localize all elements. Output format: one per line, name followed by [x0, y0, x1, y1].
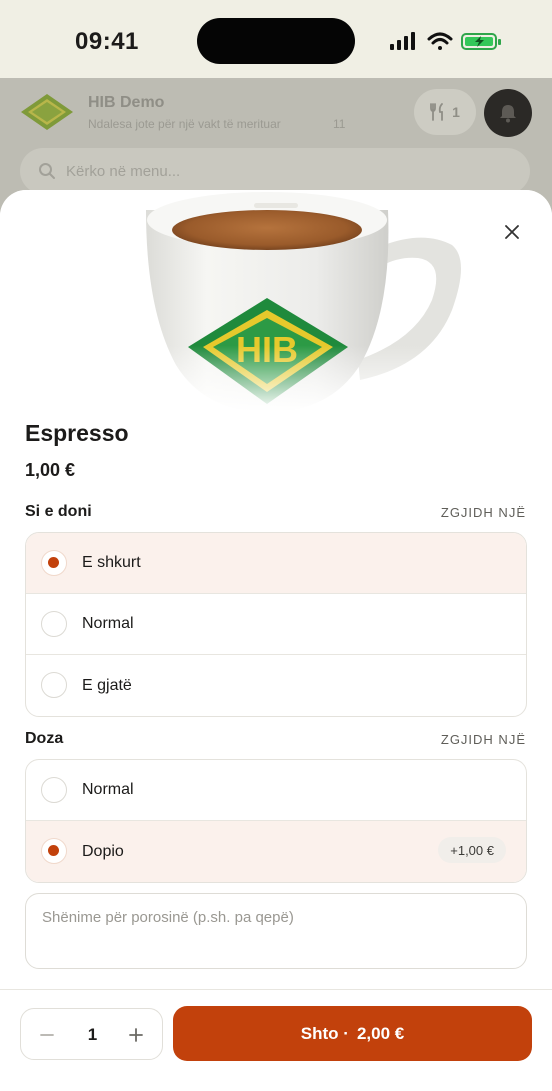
option-label: Normal: [82, 615, 134, 632]
close-icon: [505, 225, 519, 239]
add-label: Shto ·: [300, 1023, 349, 1043]
signal-icon: [390, 32, 415, 50]
status-icons: [390, 32, 501, 50]
add-total: 2,00 €: [356, 1023, 405, 1043]
brand-logo: [21, 94, 73, 130]
search-bar[interactable]: Kërko në menu...: [20, 148, 530, 194]
option-label: Normal: [82, 781, 134, 798]
radio-unselected[interactable]: [41, 777, 67, 803]
product-price: 1,00 €: [25, 460, 76, 480]
option-normal[interactable]: Normal: [26, 594, 526, 655]
increment-button[interactable]: [114, 1009, 158, 1061]
notifications-button[interactable]: [484, 89, 532, 137]
grab-handle[interactable]: [254, 203, 298, 208]
option-label: E shkurt: [82, 554, 141, 571]
option-group-title-dose: Doza: [25, 730, 64, 747]
option-group-dose: Normal Dopio +1,00 €: [25, 759, 527, 883]
minus-icon: [40, 1034, 54, 1036]
option-dose-normal[interactable]: Normal: [26, 760, 526, 821]
plus-icon: [129, 1028, 143, 1042]
utensils-icon: [430, 103, 443, 121]
product-name: Espresso: [25, 420, 129, 446]
bell-icon: [500, 105, 516, 123]
radio-unselected[interactable]: [41, 672, 67, 698]
battery-icon: [461, 33, 501, 50]
option-group-hint-dose: ZGJIDH NJË: [440, 732, 526, 747]
extra-price-badge: +1,00 €: [438, 837, 506, 863]
sheet-footer: 1 Shto · 2,00 €: [0, 989, 552, 1091]
option-group-hint-style: ZGJIDH NJË: [440, 505, 526, 520]
order-notes-field[interactable]: Shënime për porosinë (p.sh. pa qepë): [25, 893, 527, 969]
option-group-title-style: Si e doni: [25, 503, 92, 520]
option-label: Dopio: [82, 842, 124, 860]
add-to-order-button[interactable]: Shto · 2,00 €: [173, 1006, 532, 1061]
radio-unselected[interactable]: [41, 611, 67, 637]
decrement-button[interactable]: [25, 1009, 69, 1061]
restaurant-count: 11: [333, 117, 346, 131]
radio-selected[interactable]: [41, 838, 67, 864]
notes-placeholder: Shënime për porosinë (p.sh. pa qepë): [42, 909, 294, 926]
search-icon: [39, 163, 55, 179]
restaurant-tagline: Ndalesa jote për një vakt të merituar: [88, 117, 281, 131]
option-e-gjate[interactable]: E gjatë: [26, 655, 526, 716]
status-time: 09:41: [75, 28, 139, 55]
restaurant-name: HIB Demo: [88, 94, 165, 111]
wifi-icon: [427, 32, 453, 50]
radio-selected[interactable]: [41, 550, 67, 576]
status-bar: 09:41: [0, 0, 552, 78]
search-placeholder: Kërko në menu...: [66, 162, 181, 180]
cart-button[interactable]: 1: [414, 89, 476, 135]
option-group-style: E shkurt Normal E gjatë: [25, 532, 527, 717]
quantity-stepper: 1: [20, 1008, 163, 1060]
option-e-shkurt[interactable]: E shkurt: [26, 533, 526, 594]
close-button[interactable]: [494, 214, 530, 250]
dynamic-island: [197, 18, 355, 64]
cart-count: 1: [452, 104, 460, 120]
option-label: E gjatë: [82, 676, 132, 694]
quantity-value: 1: [87, 1025, 98, 1044]
option-dose-dopio[interactable]: Dopio +1,00 €: [26, 821, 526, 882]
product-sheet: HIB Espresso 1,00 € Si e doni ZGJIDH NJË…: [0, 190, 552, 1091]
espresso-cup-image: HIB: [0, 190, 552, 412]
